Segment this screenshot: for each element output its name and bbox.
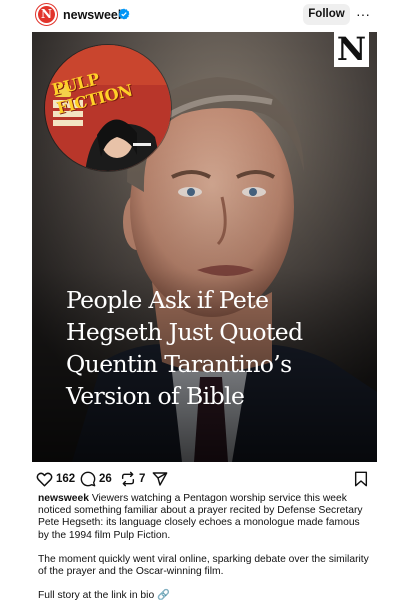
newsweek-logo: N <box>334 32 369 67</box>
repost-button[interactable]: 7 <box>120 470 145 488</box>
repost-icon <box>121 471 135 487</box>
post-image[interactable]: N PULP FICTION People Ask if Pete Hegset… <box>32 32 377 462</box>
more-horizontal-icon[interactable]: ··· <box>356 4 370 24</box>
headline-line: Version of Bible <box>66 382 245 410</box>
account-username[interactable]: newsweek <box>63 8 125 22</box>
caption-username[interactable]: newsweek <box>38 493 89 504</box>
comment-icon <box>80 471 96 487</box>
post-header: N newsweek Follow ··· <box>0 0 417 30</box>
heart-icon <box>36 472 53 487</box>
comment-button[interactable]: 26 <box>80 470 112 488</box>
pulp-fiction-poster-inset: PULP FICTION <box>44 44 172 172</box>
caption-paragraph: newsweek Viewers watching a Pentagon wor… <box>38 493 370 542</box>
save-button[interactable] <box>354 470 368 488</box>
repost-count: 7 <box>139 473 146 485</box>
follow-button[interactable]: Follow <box>303 4 350 25</box>
share-button[interactable] <box>152 470 168 488</box>
action-bar: 162 26 7 <box>36 470 381 488</box>
newsweek-avatar[interactable]: N <box>35 3 58 26</box>
like-button[interactable]: 162 <box>36 470 75 488</box>
send-icon <box>152 472 168 486</box>
headline-line: Hegseth Just Quoted <box>66 318 303 346</box>
post-caption: newsweek Viewers watching a Pentagon wor… <box>38 493 370 600</box>
comment-count: 26 <box>99 473 112 485</box>
verified-badge-icon <box>118 8 130 20</box>
post-headline: People Ask if Pete Hegseth Just Quoted Q… <box>66 284 366 412</box>
headline-line: People Ask if Pete <box>66 286 269 314</box>
bookmark-icon <box>354 471 368 487</box>
headline-line: Quentin Tarantino’s <box>66 350 292 378</box>
like-count: 162 <box>56 473 76 485</box>
caption-paragraph: The moment quickly went viral online, sp… <box>38 553 369 578</box>
caption-link-text[interactable]: Full story at the link in bio 🔗 <box>38 590 370 600</box>
avatar-letter: N <box>38 6 55 23</box>
